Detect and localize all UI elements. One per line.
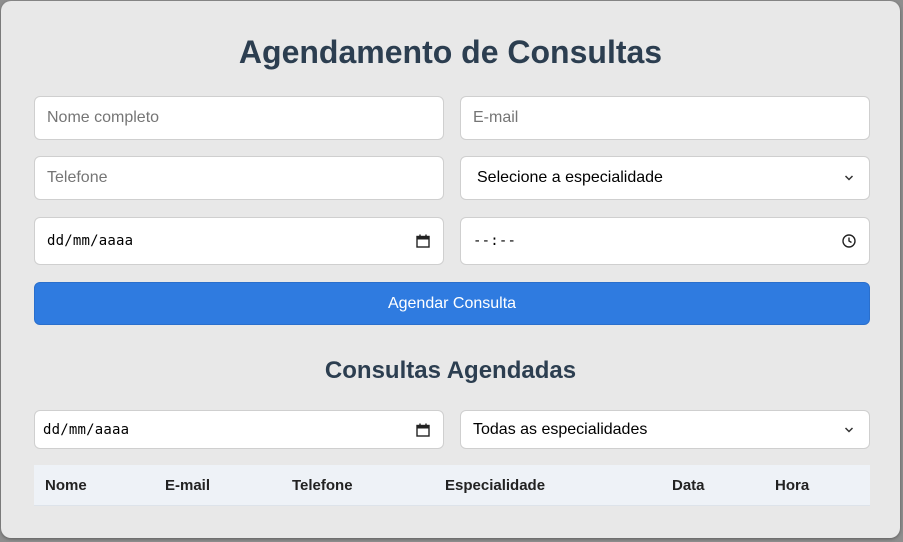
phone-field[interactable] xyxy=(34,156,444,200)
calendar-icon[interactable] xyxy=(415,233,431,249)
date-input-value: dd/mm/aaaa xyxy=(47,233,134,249)
page-title: Agendamento de Consultas xyxy=(238,34,663,70)
specialty-select[interactable]: Selecione a especialidade xyxy=(460,156,870,200)
chevron-down-icon xyxy=(841,170,857,186)
calendar-icon[interactable] xyxy=(415,422,431,438)
name-input[interactable] xyxy=(35,97,443,139)
filter-specialty-value: Todas as especialidades xyxy=(473,420,648,438)
appointments-table: Nome E-mail Telefone Especialidade Data … xyxy=(34,465,870,506)
name-field[interactable] xyxy=(34,96,444,140)
specialty-select-value: Selecione a especialidade xyxy=(477,169,663,186)
filter-date-input[interactable]: dd/mm/aaaa xyxy=(34,410,444,449)
table-header-specialty: Especialidade xyxy=(445,477,546,494)
email-input[interactable] xyxy=(461,97,869,139)
time-input-value: --:-- xyxy=(473,233,517,249)
email-field[interactable] xyxy=(460,96,870,140)
table-header-name: Nome xyxy=(45,477,87,494)
filter-specialty-select[interactable]: Todas as especialidades xyxy=(460,410,870,449)
filter-date-value: dd/mm/aaaa xyxy=(43,421,130,438)
appointment-card: Agendamento de Consultas Selecione a esp… xyxy=(1,1,900,538)
date-input[interactable]: dd/mm/aaaa xyxy=(34,217,444,265)
table-header-email: E-mail xyxy=(165,477,211,494)
clock-icon[interactable] xyxy=(841,233,857,249)
time-input[interactable]: --:-- xyxy=(460,217,870,265)
table-header-time: Hora xyxy=(775,477,810,494)
table-header-date: Data xyxy=(672,477,705,494)
schedule-button[interactable]: Agendar Consulta xyxy=(34,282,870,325)
table-header-phone: Telefone xyxy=(292,477,353,494)
phone-input[interactable] xyxy=(35,157,443,199)
section-title: Consultas Agendadas xyxy=(324,357,577,384)
chevron-down-icon xyxy=(841,422,857,438)
